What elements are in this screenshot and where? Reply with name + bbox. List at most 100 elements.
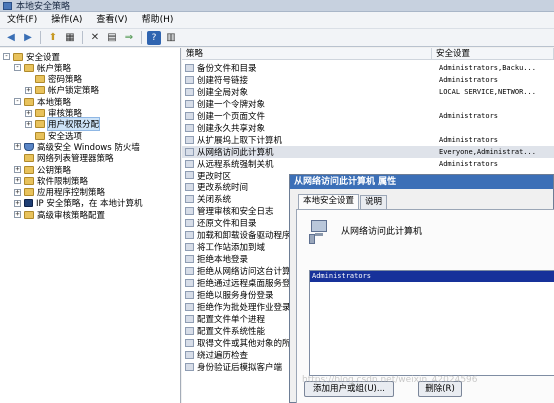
tree-node[interactable]: + 帐户锁定策略 (25, 85, 99, 96)
folder-icon (35, 75, 45, 84)
policy-icon (185, 350, 194, 359)
tree-node[interactable]: + 用户权限分配 (25, 117, 101, 132)
menu-action[interactable]: 操作(A) (44, 12, 89, 29)
policy-row[interactable]: 从扩展坞上取下计算机 Administrators (182, 134, 554, 146)
policy-name: 从扩展坞上取下计算机 (197, 135, 283, 146)
policy-icon (185, 302, 194, 311)
tree-node[interactable]: - 安全设置 (3, 51, 60, 63)
policy-icon (185, 87, 194, 96)
tree-node[interactable]: + 软件限制策略 (14, 175, 88, 187)
folder-icon (35, 109, 45, 117)
folder-icon (24, 154, 34, 163)
tree-node[interactable]: + 高级审核策略配置 (14, 209, 106, 221)
tree-node[interactable]: 安全选项 (25, 130, 83, 142)
folder-icon (24, 188, 34, 197)
menu-view[interactable]: 查看(V) (89, 12, 134, 29)
policy-icon (185, 75, 194, 84)
policy-name: 创建全局对象 (197, 87, 249, 98)
policy-row[interactable]: 备份文件和目录 Administrators,Backu... (182, 62, 554, 74)
properties-icon[interactable]: ▤ (105, 31, 119, 45)
policy-setting: Administrators (439, 159, 499, 168)
tree-node[interactable]: - 帐户策略 (14, 62, 72, 74)
tab-local-security-setting[interactable]: 本地安全设置 (298, 194, 360, 209)
up-icon[interactable]: ⬆ (46, 31, 60, 45)
tree-node[interactable]: 密码策略 (25, 74, 82, 85)
tree-node-label: 安全选项 (48, 131, 83, 142)
tree-node-label: 审核策略 (48, 109, 83, 119)
policy-icon (185, 314, 194, 323)
back-icon[interactable]: ◀ (4, 31, 18, 45)
policy-icon (185, 290, 194, 299)
tab-explain[interactable]: 说明 (360, 195, 388, 209)
policy-row[interactable]: 从网络访问此计算机 Everyone,Administrat... (182, 145, 554, 158)
policy-setting: Administrators (439, 111, 499, 120)
toolbar: ◀ ▶ ⬆ ▦ ✕ ▤ ⇒ ? ▥ (0, 29, 554, 47)
expand-icon[interactable]: + (25, 86, 32, 94)
menu-help[interactable]: 帮助(H) (135, 12, 181, 29)
tree-node-label: 高级审核策略配置 (37, 210, 106, 221)
policy-setting: Administrators,Backu... (439, 63, 536, 72)
window-title: 本地安全策略 (16, 2, 71, 12)
accounts-listbox[interactable]: Administrators (309, 270, 554, 376)
expand-icon[interactable]: + (14, 199, 21, 207)
expand-icon[interactable]: + (14, 166, 21, 173)
tree-node-label: 应用程序控制策略 (37, 188, 106, 199)
column-header-policy[interactable]: 策略 (182, 48, 432, 60)
policy-name: 创建一个页面文件 (197, 111, 266, 122)
tree-node[interactable]: + 审核策略 (25, 108, 82, 119)
delete-icon[interactable]: ✕ (88, 31, 102, 45)
policy-row[interactable]: 创建符号链接 Administrators (182, 74, 554, 86)
tree-node[interactable]: + 高级安全 Windows 防火墙 (14, 141, 140, 153)
policy-setting: Administrators (439, 135, 499, 144)
policy-icon (185, 171, 194, 180)
policy-icon (185, 231, 194, 240)
tree-node-label: 高级安全 Windows 防火墙 (37, 142, 140, 153)
view-icon[interactable]: ▥ (164, 31, 178, 45)
dialog-title: 从网络访问此计算机 属性 (290, 175, 553, 189)
export-icon[interactable]: ⇒ (122, 31, 136, 45)
forward-icon[interactable]: ▶ (21, 31, 35, 45)
policy-icon (185, 135, 194, 144)
tree-node-label: 密码策略 (48, 75, 83, 86)
collapse-icon[interactable]: - (14, 98, 21, 106)
console-tree-icon[interactable]: ▦ (63, 31, 77, 45)
tree-node-label: 用户权限分配 (46, 117, 101, 132)
dialog-tabs: 本地安全设置 说明 (298, 194, 388, 210)
account-item[interactable]: Administrators (310, 271, 554, 282)
policy-row[interactable]: 创建永久共享对象 (182, 122, 554, 134)
menu-file[interactable]: 文件(F) (0, 12, 44, 29)
tree-node[interactable]: + IP 安全策略，在 本地计算机 (14, 198, 143, 209)
policy-name: 创建永久共享对象 (197, 123, 266, 134)
expand-icon[interactable]: + (14, 188, 21, 196)
policy-icon (185, 99, 194, 108)
tab-panel: 从网络访问此计算机 Administrators (296, 209, 554, 403)
tree-node[interactable]: - 本地策略 (14, 96, 72, 108)
policy-icon (185, 159, 194, 168)
expand-icon[interactable]: + (14, 177, 21, 185)
help-icon[interactable]: ? (147, 30, 161, 45)
tree-node[interactable]: 网络列表管理器策略 (14, 153, 114, 164)
folder-icon (35, 131, 45, 140)
policy-row[interactable]: 创建全局对象 LOCAL SERVICE,NETWOR... (182, 86, 554, 98)
ip-security-icon (24, 199, 33, 208)
expand-icon[interactable]: + (14, 211, 21, 219)
expand-icon[interactable]: + (25, 109, 32, 117)
policy-row[interactable]: 创建一个令牌对象 (182, 98, 554, 110)
tree-node[interactable]: + 公钥策略 (14, 164, 71, 176)
policy-setting: LOCAL SERVICE,NETWOR... (439, 87, 536, 96)
collapse-icon[interactable]: - (3, 53, 10, 60)
policy-icon (185, 111, 194, 120)
collapse-icon[interactable]: - (14, 64, 21, 72)
tree-node[interactable]: + 应用程序控制策略 (14, 187, 105, 198)
tree-node-label: 本地策略 (37, 97, 72, 108)
tree-node-label: 帐户策略 (37, 63, 72, 74)
expand-icon[interactable]: + (14, 143, 21, 151)
expand-icon[interactable]: + (25, 120, 32, 128)
computer-icon (309, 220, 329, 244)
policy-row[interactable]: 创建一个页面文件 Administrators (182, 110, 554, 122)
policy-row[interactable]: 从远程系统强制关机 Administrators (182, 158, 554, 170)
folder-icon (13, 52, 23, 61)
tree-node-label: 网络列表管理器策略 (37, 154, 114, 165)
column-header-setting[interactable]: 安全设置 (432, 48, 554, 60)
tree-node-label: 帐户锁定策略 (48, 86, 100, 97)
